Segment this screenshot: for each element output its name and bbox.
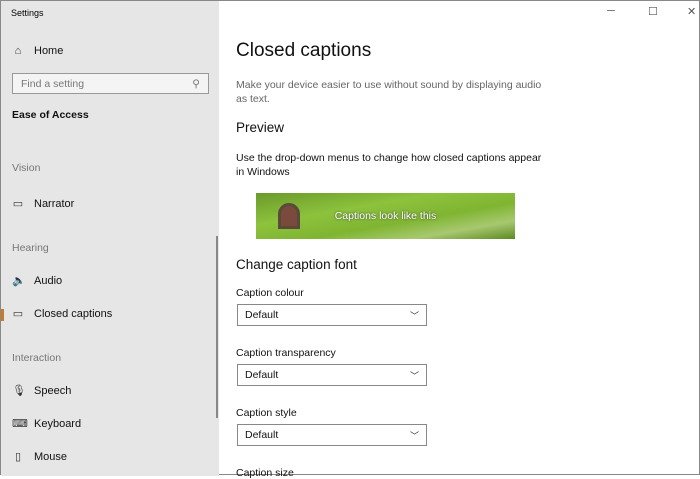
minimize-button[interactable]: ─ <box>607 5 615 17</box>
sidebar-item-narrator[interactable]: ▭ Narrator <box>12 197 75 211</box>
closed-captions-icon: ▭ <box>12 308 24 320</box>
sidebar-item-mouse[interactable]: ▯ Mouse <box>12 450 68 464</box>
font-heading: Change caption font <box>236 257 357 272</box>
section-vision: Vision <box>12 162 41 174</box>
microphone-icon: 🎙 <box>12 385 26 397</box>
caption-size-label: Caption size <box>236 467 294 479</box>
window-title: Settings <box>11 8 44 18</box>
sidebar-item-home[interactable]: ⌂ Home <box>12 45 64 57</box>
caption-colour-value: Default <box>245 309 279 321</box>
chevron-down-icon: ﹀ <box>409 431 419 441</box>
caption-colour-dropdown[interactable]: Default ﹀ <box>237 304 427 326</box>
home-icon: ⌂ <box>14 45 22 57</box>
audio-label: Audio <box>34 274 63 287</box>
chevron-down-icon: ﹀ <box>409 311 419 321</box>
sidebar-item-keyboard[interactable]: ⌨ Keyboard <box>12 417 82 431</box>
home-label: Home <box>34 45 64 57</box>
keyboard-icon: ⌨ <box>12 418 28 430</box>
search-icon: ⚲ <box>192 78 200 90</box>
speech-label: Speech <box>34 384 72 397</box>
sidebar: Settings ⌂ Home Find a setting ⚲ Ease of A… <box>1 1 219 476</box>
sidebar-item-speech[interactable]: 🎙 Speech <box>12 384 72 398</box>
close-button[interactable]: ✕ <box>687 5 696 18</box>
search-input[interactable]: Find a setting ⚲ <box>12 73 209 94</box>
closed-captions-label: Closed captions <box>34 307 113 320</box>
narrator-icon: ▭ <box>12 198 24 210</box>
caption-transparency-label: Caption transparency <box>236 347 336 359</box>
search-placeholder: Find a setting <box>21 78 85 90</box>
preview-caption: Captions look like this <box>334 210 437 222</box>
preview-text: Use the drop-down menus to change how cl… <box>236 152 542 178</box>
sidebar-item-closed-captions[interactable]: ▭ Closed captions <box>12 307 113 321</box>
caption-transparency-dropdown[interactable]: Default ﹀ <box>237 364 427 386</box>
caption-style-value: Default <box>245 429 279 441</box>
keyboard-label: Keyboard <box>34 417 82 430</box>
caption-preview: Captions look like this <box>256 193 515 239</box>
sidebar-item-audio[interactable]: 🔈 Audio <box>12 274 63 288</box>
caption-style-label: Caption style <box>236 407 297 419</box>
sidebar-scrollbar[interactable] <box>216 236 218 418</box>
page-description: Make your device easier to use without s… <box>236 79 542 105</box>
section-interaction: Interaction <box>12 352 62 364</box>
caption-colour-label: Caption colour <box>236 287 304 299</box>
narrator-label: Narrator <box>34 197 75 210</box>
selected-indicator <box>1 309 4 321</box>
preview-scenery <box>278 203 300 229</box>
maximize-button[interactable]: ☐ <box>648 5 658 18</box>
caption-style-dropdown[interactable]: Default ﹀ <box>237 424 427 446</box>
preview-heading: Preview <box>236 120 285 135</box>
mouse-icon: ▯ <box>14 451 22 463</box>
caption-transparency-value: Default <box>245 369 279 381</box>
category-heading: Ease of Access <box>12 109 89 121</box>
mouse-label: Mouse <box>34 450 68 463</box>
section-hearing: Hearing <box>12 242 49 254</box>
audio-icon: 🔈 <box>12 275 26 287</box>
page-title: Closed captions <box>236 40 372 61</box>
chevron-down-icon: ﹀ <box>409 371 419 381</box>
